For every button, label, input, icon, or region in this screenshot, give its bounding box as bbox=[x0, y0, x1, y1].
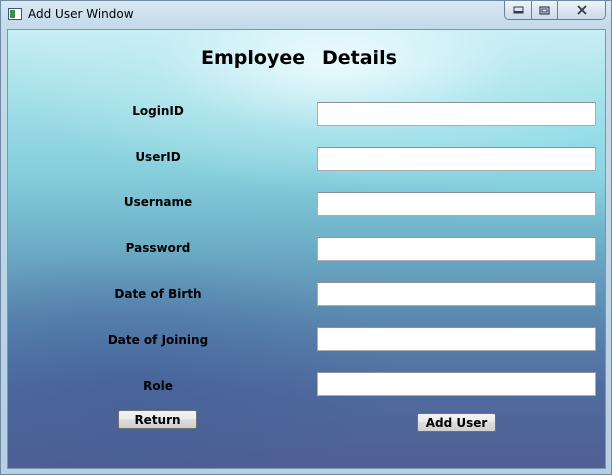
heading-employee: Employee bbox=[201, 47, 306, 69]
password-label: Password bbox=[125, 241, 191, 255]
date-of-joining-label: Date of Joining bbox=[107, 333, 209, 347]
return-button[interactable]: Return bbox=[118, 410, 197, 429]
heading-details: Details bbox=[322, 47, 397, 69]
date-of-birth-field[interactable] bbox=[317, 282, 596, 306]
password-field[interactable] bbox=[317, 237, 596, 261]
username-field[interactable] bbox=[317, 192, 596, 216]
role-label: Role bbox=[143, 379, 173, 393]
window-title: Add User Window bbox=[28, 7, 134, 21]
title-bar[interactable]: Add User Window bbox=[1, 1, 611, 29]
close-button[interactable] bbox=[558, 1, 605, 19]
date-of-joining-field[interactable] bbox=[317, 327, 596, 351]
form-panel: Employee Details LoginID UserID Username… bbox=[7, 29, 606, 469]
login-id-label: LoginID bbox=[132, 104, 184, 118]
minimize-button[interactable] bbox=[505, 1, 532, 19]
username-label: Username bbox=[123, 195, 193, 209]
minimize-icon bbox=[513, 6, 523, 14]
app-icon bbox=[8, 8, 22, 20]
date-of-birth-label: Date of Birth bbox=[114, 287, 202, 301]
window-controls bbox=[504, 1, 606, 20]
maximize-icon bbox=[539, 5, 550, 15]
user-id-label: UserID bbox=[135, 150, 181, 164]
close-icon bbox=[576, 5, 587, 15]
add-user-button[interactable]: Add User bbox=[417, 413, 496, 432]
user-id-field[interactable] bbox=[317, 147, 596, 171]
role-field[interactable] bbox=[317, 372, 596, 396]
login-id-field[interactable] bbox=[317, 102, 596, 126]
maximize-button[interactable] bbox=[532, 1, 558, 19]
add-user-window: Add User Window Employee Details LoginID… bbox=[0, 0, 612, 475]
